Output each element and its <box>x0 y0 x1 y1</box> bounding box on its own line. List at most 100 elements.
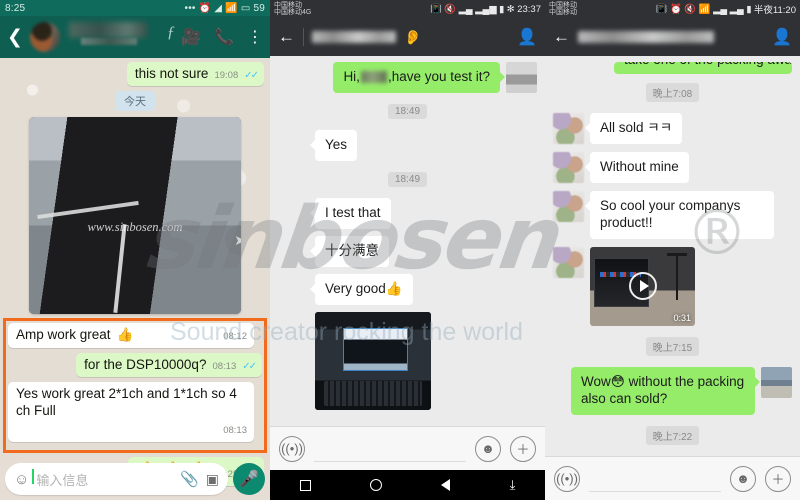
carrier-line-1: 中国移动 <box>274 1 302 9</box>
day-divider: 今天 <box>115 91 155 112</box>
avatar[interactable] <box>553 113 584 144</box>
contact-name-blurred[interactable] <box>312 31 396 43</box>
more-plus-icon[interactable]: ＋ <box>510 435 536 462</box>
left-message-list[interactable]: this not sure 19:08 ✓✓ 今天 www.sinbosen.c… <box>0 58 270 486</box>
highlight-box: Amp work great 👍 08:12 for the DSP10000q… <box>3 318 267 453</box>
avatar[interactable] <box>278 198 309 229</box>
emoji-icon[interactable]: ☺ <box>14 471 29 488</box>
play-icon[interactable] <box>628 272 657 301</box>
left-chat-header: ❮ ƒ 🎥 📞 ⋮ <box>0 16 270 58</box>
signal-4g-icon: ▂▄▆ <box>475 3 497 15</box>
message-bubble-clipped[interactable]: take one of the packing away😄 <box>614 62 792 74</box>
carrier-line-2: 中国移动 <box>549 9 577 16</box>
emoji-icon[interactable]: ☻ <box>475 435 501 462</box>
message-bubble[interactable]: this not sure 19:08 ✓✓ <box>126 62 264 87</box>
message-time: 08:12 <box>223 331 247 343</box>
message-row: I test that <box>278 198 537 229</box>
search-input[interactable]: ☺ 输入信息 📎 ▣ <box>5 463 228 495</box>
mid-panel-wechat: 中国移动 中国移动4G 📳 🔇 ▂▄ ▂▄▆ ▮ ✻ 23:37 ← 👂 👤 H… <box>270 0 545 500</box>
message-time: 08:13 <box>223 425 247 437</box>
message-row: So cool your companys product!! <box>553 191 792 239</box>
message-bubble[interactable]: Yes work great 2*1ch and 1*1ch so 4 ch F… <box>8 382 254 442</box>
message-text: Without mine <box>600 159 679 174</box>
timestamp-chip: 晚上7:08 <box>645 83 700 102</box>
message-bubble[interactable]: for the DSP10000q? 08:13 ✓✓ <box>76 352 262 378</box>
home-circle-icon[interactable] <box>369 479 382 491</box>
contact-profile-icon[interactable]: 👤 <box>517 27 537 47</box>
signal-icon: ▂▄ <box>713 3 728 15</box>
microphone-icon[interactable]: 🎤 <box>233 463 265 495</box>
camera-icon[interactable]: ▣ <box>206 471 219 488</box>
message-bubble[interactable]: Hi, ,have you test it? <box>333 62 505 93</box>
recents-square-icon[interactable] <box>299 479 311 491</box>
message-bubble[interactable]: I test that <box>310 198 391 229</box>
back-arrow-icon[interactable]: ❮ <box>7 28 23 47</box>
message-image[interactable]: www.sinbosen.com ➤ <box>29 117 241 315</box>
message-bubble[interactable]: So cool your companys product!! <box>584 191 775 239</box>
left-contact-title[interactable]: ƒ <box>67 20 175 54</box>
avatar[interactable] <box>553 246 584 278</box>
message-text: Very good <box>325 281 386 296</box>
message-input[interactable] <box>589 466 721 492</box>
avatar[interactable] <box>278 236 309 267</box>
avatar[interactable] <box>553 152 584 183</box>
message-bubble[interactable]: Yes <box>309 130 358 161</box>
avatar[interactable] <box>29 22 60 52</box>
mid-message-list[interactable]: Hi, ,have you test it? 18:49 Yes 18:49 I … <box>270 56 545 426</box>
laptop-photo <box>315 312 431 410</box>
ear-listen-icon[interactable]: 👂 <box>404 29 421 46</box>
right-message-list[interactable]: take one of the packing away😄 晚上7:08 All… <box>545 56 800 456</box>
message-bubble[interactable]: Wow😳 without the packing also can sold? <box>570 366 761 415</box>
message-row: Yes work great 2*1ch and 1*1ch so 4 ch F… <box>8 382 262 442</box>
message-row: for the DSP10000q? 08:13 ✓✓ <box>8 352 262 378</box>
video-duration: 0:31 <box>673 312 691 323</box>
paperclip-icon[interactable]: 📎 <box>180 470 199 488</box>
message-input[interactable] <box>314 436 466 462</box>
message-video[interactable]: 0:31 <box>590 246 695 326</box>
timestamp-chip: 晚上7:22 <box>645 425 700 445</box>
message-row: Hi, ,have you test it? <box>278 62 537 93</box>
voice-input-icon[interactable]: ((•)) <box>554 465 580 492</box>
hide-keyboard-icon[interactable]: ⤓ <box>510 477 516 493</box>
left-status-bar: 8:25 ••• ⏰ ◢ 📶 ▭ 59 <box>0 0 270 16</box>
message-bubble[interactable]: All sold ㅋㅋ <box>584 113 683 144</box>
message-bubble[interactable]: Very good👍 <box>310 274 413 305</box>
avatar[interactable] <box>761 366 792 398</box>
phone-call-icon[interactable]: 📞 <box>214 27 234 47</box>
avatar[interactable] <box>506 62 537 93</box>
thumbs-up-icon: 👍 <box>385 281 403 296</box>
message-text: Amp work great <box>16 327 111 343</box>
more-plus-icon[interactable]: ＋ <box>765 465 791 492</box>
voice-input-icon[interactable]: ((•)) <box>279 435 305 462</box>
message-bubble[interactable]: Amp work great 👍 08:12 <box>8 323 254 348</box>
avatar[interactable] <box>278 312 309 343</box>
message-bubble[interactable]: 十分满意 <box>310 236 389 267</box>
mid-status-time: 23:37 <box>517 3 541 15</box>
message-text: So cool your companys product!! <box>600 198 741 230</box>
left-input-bar: ☺ 输入信息 📎 ▣ 🎤 <box>0 458 270 500</box>
message-row: 十分满意 <box>278 236 537 267</box>
video-call-icon[interactable]: 🎥 <box>181 27 201 47</box>
overflow-menu-icon[interactable]: ⋮ <box>247 27 263 47</box>
avatar[interactable] <box>278 274 309 305</box>
left-panel-whatsapp: 8:25 ••• ⏰ ◢ 📶 ▭ 59 ❮ ƒ 🎥 📞 ⋮ this not s… <box>0 0 270 500</box>
back-triangle-icon[interactable] <box>441 479 451 491</box>
message-text: for the DSP10000q? <box>84 356 207 372</box>
contact-name-blurred[interactable] <box>578 31 714 43</box>
contact-profile-icon[interactable]: 👤 <box>772 27 792 47</box>
mid-carrier: 中国移动 中国移动4G <box>274 2 311 16</box>
emoji-icon[interactable]: ☻ <box>730 465 756 492</box>
right-status-time: 半夜11:20 <box>753 5 796 16</box>
message-text-prefix: Hi, <box>343 69 360 84</box>
back-arrow-icon[interactable]: ← <box>553 27 570 47</box>
message-text: I test that <box>325 205 381 220</box>
carrier-line-1: 中国移动 <box>549 1 577 9</box>
back-arrow-icon[interactable]: ← <box>278 27 295 47</box>
message-bubble[interactable]: Without mine <box>585 152 689 183</box>
avatar[interactable] <box>553 191 584 222</box>
speaker-stand <box>667 253 688 301</box>
message-image[interactable] <box>315 312 431 410</box>
avatar[interactable] <box>278 130 309 161</box>
message-row: Without mine <box>553 152 792 183</box>
image-watermark: www.sinbosen.com <box>87 219 183 234</box>
